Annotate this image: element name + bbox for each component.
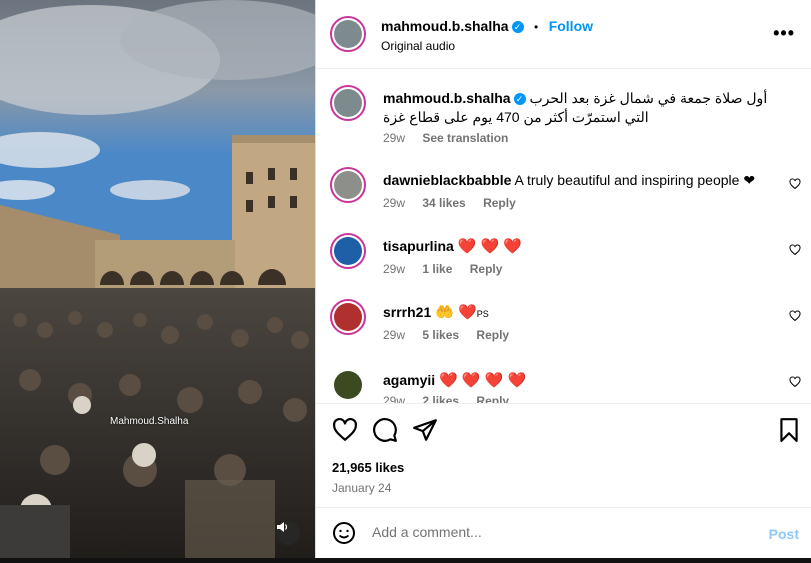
like-comment-icon[interactable]: [789, 178, 801, 190]
comments-list[interactable]: mahmoud.b.shalha ✓ أول صلاة جمعة في شمال …: [316, 69, 811, 403]
caption-username[interactable]: mahmoud.b.shalha: [383, 90, 511, 106]
video-frame: [0, 0, 315, 558]
comment-meta: 29w 1 like Reply: [383, 262, 516, 276]
commenter-username[interactable]: agamyii: [383, 372, 435, 388]
comment-likes[interactable]: 5 likes: [422, 328, 459, 342]
add-comment-input[interactable]: [372, 524, 742, 540]
speaker-icon: [277, 522, 288, 532]
comment-time[interactable]: 29w: [383, 394, 405, 403]
save-bookmark-icon[interactable]: [776, 417, 802, 443]
author-avatar[interactable]: [330, 16, 366, 52]
comment-composer: Post: [316, 507, 811, 558]
like-count[interactable]: 21,965 likes: [332, 460, 404, 475]
caption-meta: 29w See translation: [383, 131, 522, 145]
comment-text: srrrh21 🤲 ❤️PS: [383, 303, 771, 324]
see-translation-link[interactable]: See translation: [422, 131, 508, 145]
comment-time[interactable]: 29w: [383, 262, 405, 276]
more-options-icon[interactable]: •••: [773, 23, 795, 44]
commenter-username[interactable]: srrrh21: [383, 304, 431, 320]
post-date: January 24: [332, 481, 392, 495]
comment-text: dawnieblackbabble A truly beautiful and …: [383, 171, 771, 190]
audio-label[interactable]: Original audio: [381, 39, 455, 53]
video-watermark: Mahmoud.Shalha: [110, 416, 189, 427]
bottom-edge: [0, 558, 811, 563]
commenter-username[interactable]: tisapurlina: [383, 238, 454, 254]
reply-button[interactable]: Reply: [483, 196, 516, 210]
caption-time[interactable]: 29w: [383, 131, 405, 145]
verified-badge-icon: ✓: [511, 20, 524, 33]
like-icon[interactable]: [332, 417, 358, 443]
comment-suffix: PS: [476, 309, 489, 319]
post-header: mahmoud.b.shalha ✓ • Follow Original audi…: [316, 0, 811, 69]
like-comment-icon[interactable]: [789, 244, 801, 256]
comment-item: srrrh21 🤲 ❤️PS 29w 5 likes Reply: [316, 299, 811, 359]
caption: mahmoud.b.shalha ✓ أول صلاة جمعة في شمال …: [316, 85, 811, 145]
comment-meta: 29w 2 likes Reply: [383, 394, 523, 403]
commenter-avatar[interactable]: [330, 367, 366, 403]
emoji-picker-icon[interactable]: [332, 521, 356, 545]
follow-button[interactable]: Follow: [549, 18, 593, 34]
author-line: mahmoud.b.shalha ✓ • Follow: [381, 18, 593, 36]
comment-body: ❤️ ❤️ ❤️ ❤️: [439, 372, 527, 389]
comment-text: agamyii ❤️ ❤️ ❤️ ❤️: [383, 371, 771, 390]
comment-icon[interactable]: [372, 417, 398, 443]
comment-text: tisapurlina ❤️ ❤️ ❤️: [383, 237, 771, 256]
reply-button[interactable]: Reply: [476, 394, 509, 403]
commenter-avatar[interactable]: [330, 299, 366, 335]
post-comment-button[interactable]: Post: [769, 526, 799, 542]
post-video[interactable]: Mahmoud.Shalha: [0, 0, 315, 558]
comment-item: agamyii ❤️ ❤️ ❤️ ❤️ 29w 2 likes Reply: [316, 367, 811, 403]
comment-time[interactable]: 29w: [383, 196, 405, 210]
post-details-panel: mahmoud.b.shalha ✓ • Follow Original audi…: [315, 0, 811, 558]
share-icon[interactable]: [412, 417, 438, 443]
post-actions: 21,965 likes January 24: [316, 403, 811, 507]
comment-time[interactable]: 29w: [383, 328, 405, 342]
comment-likes[interactable]: 1 like: [422, 262, 452, 276]
like-comment-icon[interactable]: [789, 376, 801, 388]
commenter-username[interactable]: dawnieblackbabble: [383, 172, 511, 188]
comment-meta: 29w 5 likes Reply: [383, 328, 523, 342]
commenter-avatar[interactable]: [330, 233, 366, 269]
comment-likes[interactable]: 2 likes: [422, 394, 459, 403]
verified-badge-icon: ✓: [513, 93, 526, 106]
caption-text: mahmoud.b.shalha ✓ أول صلاة جمعة في شمال …: [383, 89, 789, 127]
comment-item: tisapurlina ❤️ ❤️ ❤️ 29w 1 like Reply: [316, 233, 811, 293]
comment-body: ❤️ ❤️ ❤️: [457, 238, 523, 255]
mute-toggle-button[interactable]: [276, 521, 300, 545]
comment-likes[interactable]: 34 likes: [422, 196, 465, 210]
comment-body: 🤲 ❤️: [435, 304, 477, 321]
comment-body: A truly beautiful and inspiring people ❤: [514, 172, 756, 188]
comment-meta: 29w 34 likes Reply: [383, 196, 530, 210]
like-comment-icon[interactable]: [789, 310, 801, 322]
separator: •: [534, 20, 539, 34]
comment-item: dawnieblackbabble A truly beautiful and …: [316, 167, 811, 227]
reply-button[interactable]: Reply: [470, 262, 503, 276]
caption-avatar[interactable]: [330, 85, 366, 121]
author-username[interactable]: mahmoud.b.shalha: [381, 18, 509, 34]
commenter-avatar[interactable]: [330, 167, 366, 203]
reply-button[interactable]: Reply: [476, 328, 509, 342]
